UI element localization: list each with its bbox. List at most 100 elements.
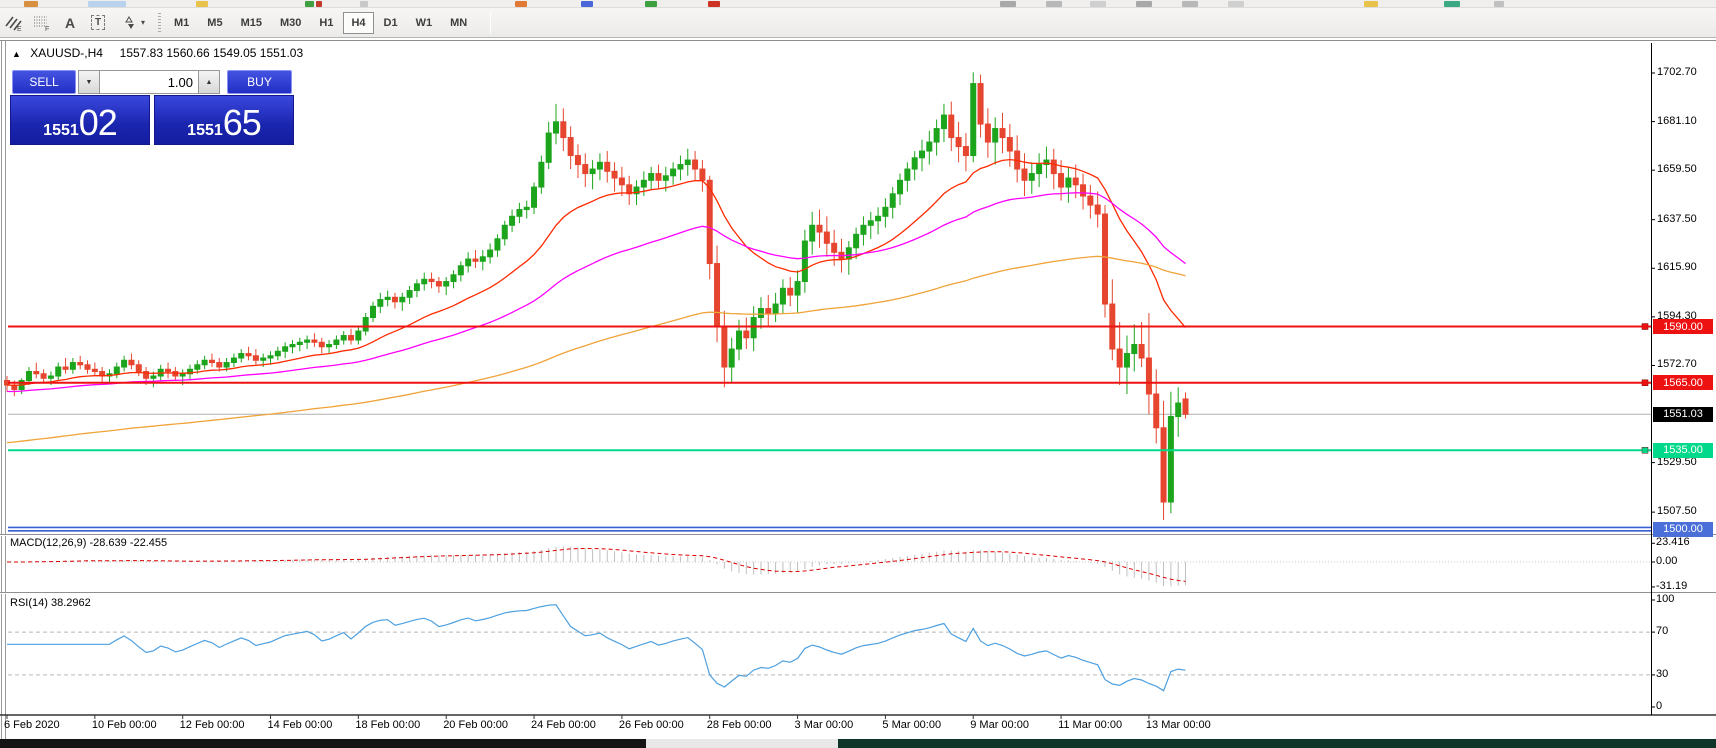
tab-timeframe-mn[interactable]: MN: [442, 12, 475, 34]
price-tick-label: 1572.70: [1657, 358, 1697, 370]
price-tick-label: 1637.50: [1657, 213, 1697, 225]
candle: [788, 288, 793, 295]
toolbar-fragment: [1182, 1, 1198, 7]
toolbar-fragment: [1000, 1, 1016, 7]
candle: [319, 342, 324, 346]
candle: [700, 169, 705, 180]
candle: [436, 282, 441, 286]
candle: [26, 372, 31, 381]
candle: [56, 367, 61, 376]
candle: [166, 369, 171, 371]
medium-ma-line: [7, 193, 1186, 392]
candle: [693, 160, 698, 169]
candle: [612, 171, 617, 178]
toolbar-fragment: [24, 1, 38, 7]
tab-timeframe-m15[interactable]: M15: [233, 12, 270, 34]
candle: [451, 275, 456, 282]
candle: [202, 360, 207, 364]
candle: [290, 345, 295, 347]
candle: [583, 165, 588, 174]
candle: [253, 356, 258, 360]
candle: [685, 160, 690, 164]
label-t-icon[interactable]: T: [85, 11, 111, 35]
hline-handle: [1642, 380, 1648, 386]
candle: [1161, 428, 1166, 502]
candle: [495, 239, 500, 250]
svg-text:E: E: [17, 26, 22, 32]
chart-canvas[interactable]: [0, 41, 1716, 748]
candle: [1037, 165, 1042, 174]
candle: [114, 367, 119, 374]
candle: [561, 122, 566, 138]
tab-timeframe-m30[interactable]: M30: [272, 12, 309, 34]
candle: [656, 174, 661, 181]
candle: [349, 336, 354, 340]
rsi-line: [7, 605, 1186, 691]
candle: [517, 210, 522, 217]
candle: [1095, 205, 1100, 214]
candle: [568, 138, 573, 156]
candle: [934, 129, 939, 142]
candle: [1081, 185, 1086, 196]
tab-timeframe-w1[interactable]: W1: [408, 12, 441, 34]
candle: [129, 360, 134, 364]
hline-handle: [1642, 447, 1648, 453]
price-badge-1590: 1590.00: [1653, 319, 1713, 334]
candle: [217, 363, 222, 367]
time-label: 11 Mar 00:00: [1058, 719, 1122, 731]
candle: [795, 282, 800, 295]
candle: [546, 133, 551, 162]
candle: [539, 162, 544, 187]
candle: [949, 115, 954, 137]
time-label: 5 Mar 00:00: [882, 719, 941, 731]
candle: [532, 187, 537, 207]
price-badge-1500: 1500.00: [1653, 522, 1713, 537]
candle: [1103, 214, 1108, 304]
candle: [890, 194, 895, 207]
text-a-icon[interactable]: A: [57, 11, 83, 35]
candle: [912, 158, 917, 169]
candle: [941, 115, 946, 128]
toolbar-fragment: [88, 1, 126, 7]
fast-ma-line: [7, 160, 1186, 386]
candle: [780, 288, 785, 304]
tab-timeframe-h4[interactable]: H4: [343, 12, 373, 34]
candle: [1139, 345, 1144, 358]
crosshatch-e-icon[interactable]: E: [1, 11, 27, 35]
tab-timeframe-d1[interactable]: D1: [376, 12, 406, 34]
candle: [502, 225, 507, 238]
candle: [993, 129, 998, 142]
time-label: 3 Mar 00:00: [795, 719, 854, 731]
candle: [671, 169, 676, 176]
toolbar-fragment: [305, 1, 314, 7]
candle: [927, 142, 932, 151]
candle: [78, 363, 83, 365]
chart-window[interactable]: ▲ XAUUSD-,H4 1557.83 1560.66 1549.05 155…: [0, 40, 1716, 747]
candle: [1146, 358, 1151, 394]
candle: [898, 180, 903, 193]
toolbar-separator: [490, 12, 491, 34]
candle: [1132, 345, 1137, 354]
hline-handle: [1642, 324, 1648, 330]
toolbar-grip[interactable]: [158, 13, 161, 33]
toolbar-fragment: [1364, 1, 1378, 7]
tab-timeframe-h1[interactable]: H1: [311, 12, 341, 34]
time-label: 26 Feb 00:00: [619, 719, 684, 731]
candle: [846, 248, 851, 259]
candle: [971, 84, 976, 156]
candle: [473, 259, 478, 261]
price-badge-1535: 1535.00: [1653, 443, 1713, 458]
rsi-scale-label: 100: [1656, 593, 1674, 605]
candle: [1051, 160, 1056, 173]
time-label: 20 Feb 00:00: [443, 719, 508, 731]
grid-f-icon[interactable]: F: [29, 11, 55, 35]
candle: [63, 367, 68, 369]
toolbar-fragment: [316, 1, 322, 7]
tab-timeframe-m1[interactable]: M1: [166, 12, 197, 34]
tab-timeframe-m5[interactable]: M5: [199, 12, 230, 34]
rsi-scale-label: 70: [1656, 625, 1668, 637]
arrows-icon[interactable]: ▾: [113, 11, 153, 35]
candle: [722, 327, 727, 367]
candle: [231, 358, 236, 362]
time-label: 24 Feb 00:00: [531, 719, 596, 731]
